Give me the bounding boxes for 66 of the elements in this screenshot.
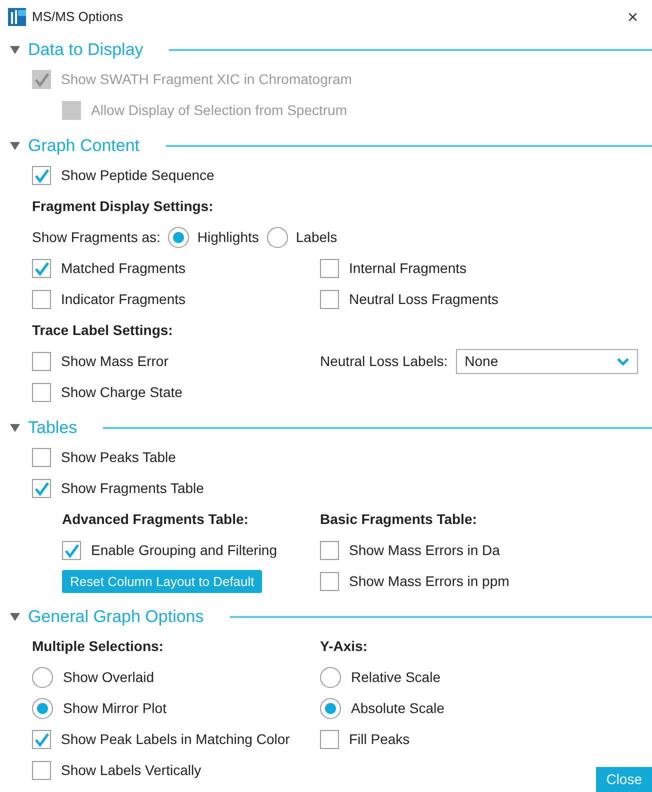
checkbox-label: Show Fragments Table xyxy=(61,479,204,498)
checkbox[interactable] xyxy=(32,383,51,402)
section-title: Graph Content xyxy=(28,135,140,158)
checkbox[interactable] xyxy=(32,352,51,371)
close-button[interactable]: × xyxy=(621,4,644,30)
checkbox-label: Show Peptide Sequence xyxy=(61,166,214,185)
section-subheading: Y-Axis: xyxy=(320,637,368,656)
checkbox-label: Show Mass Error xyxy=(61,352,168,371)
app-icon xyxy=(8,8,26,26)
checkbox[interactable] xyxy=(32,761,51,780)
checkbox-label: Show SWATH Fragment XIC in Chromatogram xyxy=(61,70,352,89)
checkbox[interactable] xyxy=(32,479,51,498)
checkbox[interactable] xyxy=(320,290,339,309)
expand-toggle-icon[interactable] xyxy=(10,423,20,433)
radio-button[interactable] xyxy=(320,698,341,719)
expand-toggle-icon[interactable] xyxy=(10,45,20,55)
radio-button[interactable] xyxy=(32,667,53,688)
section-subheading: Fragment Display Settings: xyxy=(32,197,214,216)
checkbox[interactable] xyxy=(32,166,51,185)
checkbox[interactable] xyxy=(320,541,339,560)
dropdown-value: None xyxy=(464,352,498,371)
radio-button[interactable] xyxy=(168,227,190,248)
radio-label: Labels xyxy=(296,228,338,247)
expand-toggle-icon[interactable] xyxy=(10,612,20,622)
expand-toggle-icon[interactable] xyxy=(10,141,20,151)
checkbox-label: Fill Peaks xyxy=(349,730,410,749)
radio-label: Show Mirror Plot xyxy=(63,699,166,718)
section-subheading: Trace Label Settings: xyxy=(32,321,174,340)
radio-label: Show Overlaid xyxy=(63,668,154,687)
radio-button[interactable] xyxy=(32,698,53,719)
checkbox-label: Enable Grouping and Filtering xyxy=(91,541,278,560)
checkbox[interactable] xyxy=(62,541,81,560)
checkbox[interactable] xyxy=(32,290,51,309)
checkbox-label: Show Peaks Table xyxy=(61,448,176,467)
checkbox-label: Neutral Loss Fragments xyxy=(349,290,498,309)
checkbox-label: Matched Fragments xyxy=(61,259,186,278)
checkbox-label: Allow Display of Selection from Spectrum xyxy=(91,101,347,120)
checkbox-label: Show Mass Errors in ppm xyxy=(349,572,510,591)
checkbox-label: Show Charge State xyxy=(61,383,182,402)
section-title: Data to Display xyxy=(28,39,144,62)
section-subheading: Multiple Selections: xyxy=(32,637,164,656)
section-title: Tables xyxy=(28,417,78,440)
radio-button[interactable] xyxy=(266,227,288,248)
dropdown[interactable]: None xyxy=(456,349,638,374)
checkbox[interactable] xyxy=(320,730,339,749)
radio-label: Absolute Scale xyxy=(351,699,444,718)
chevron-down-icon xyxy=(616,358,629,366)
checkbox[interactable] xyxy=(320,572,339,591)
checkbox-label: Show Labels Vertically xyxy=(61,761,202,780)
radio-group-label: Show Fragments as: xyxy=(32,228,160,247)
section-subheading: Advanced Fragments Table: xyxy=(62,510,250,529)
section-subheading: Basic Fragments Table: xyxy=(320,510,478,529)
checkbox-label: Indicator Fragments xyxy=(61,290,186,309)
checkbox[interactable] xyxy=(32,259,51,278)
section-title: General Graph Options xyxy=(28,606,204,628)
checkbox[interactable] xyxy=(320,259,339,278)
radio-label: Relative Scale xyxy=(351,668,440,687)
checkbox[interactable] xyxy=(32,448,51,467)
checkbox-label: Show Mass Errors in Da xyxy=(349,541,500,560)
checkbox[interactable] xyxy=(32,730,51,749)
checkbox-label: Show Peak Labels in Matching Color xyxy=(61,730,290,749)
dropdown-label: Neutral Loss Labels: xyxy=(320,352,448,371)
checkbox-label: Internal Fragments xyxy=(349,259,466,278)
window-title: MS/MS Options xyxy=(32,8,124,26)
radio-button[interactable] xyxy=(320,667,341,688)
radio-label: Highlights xyxy=(197,228,259,247)
